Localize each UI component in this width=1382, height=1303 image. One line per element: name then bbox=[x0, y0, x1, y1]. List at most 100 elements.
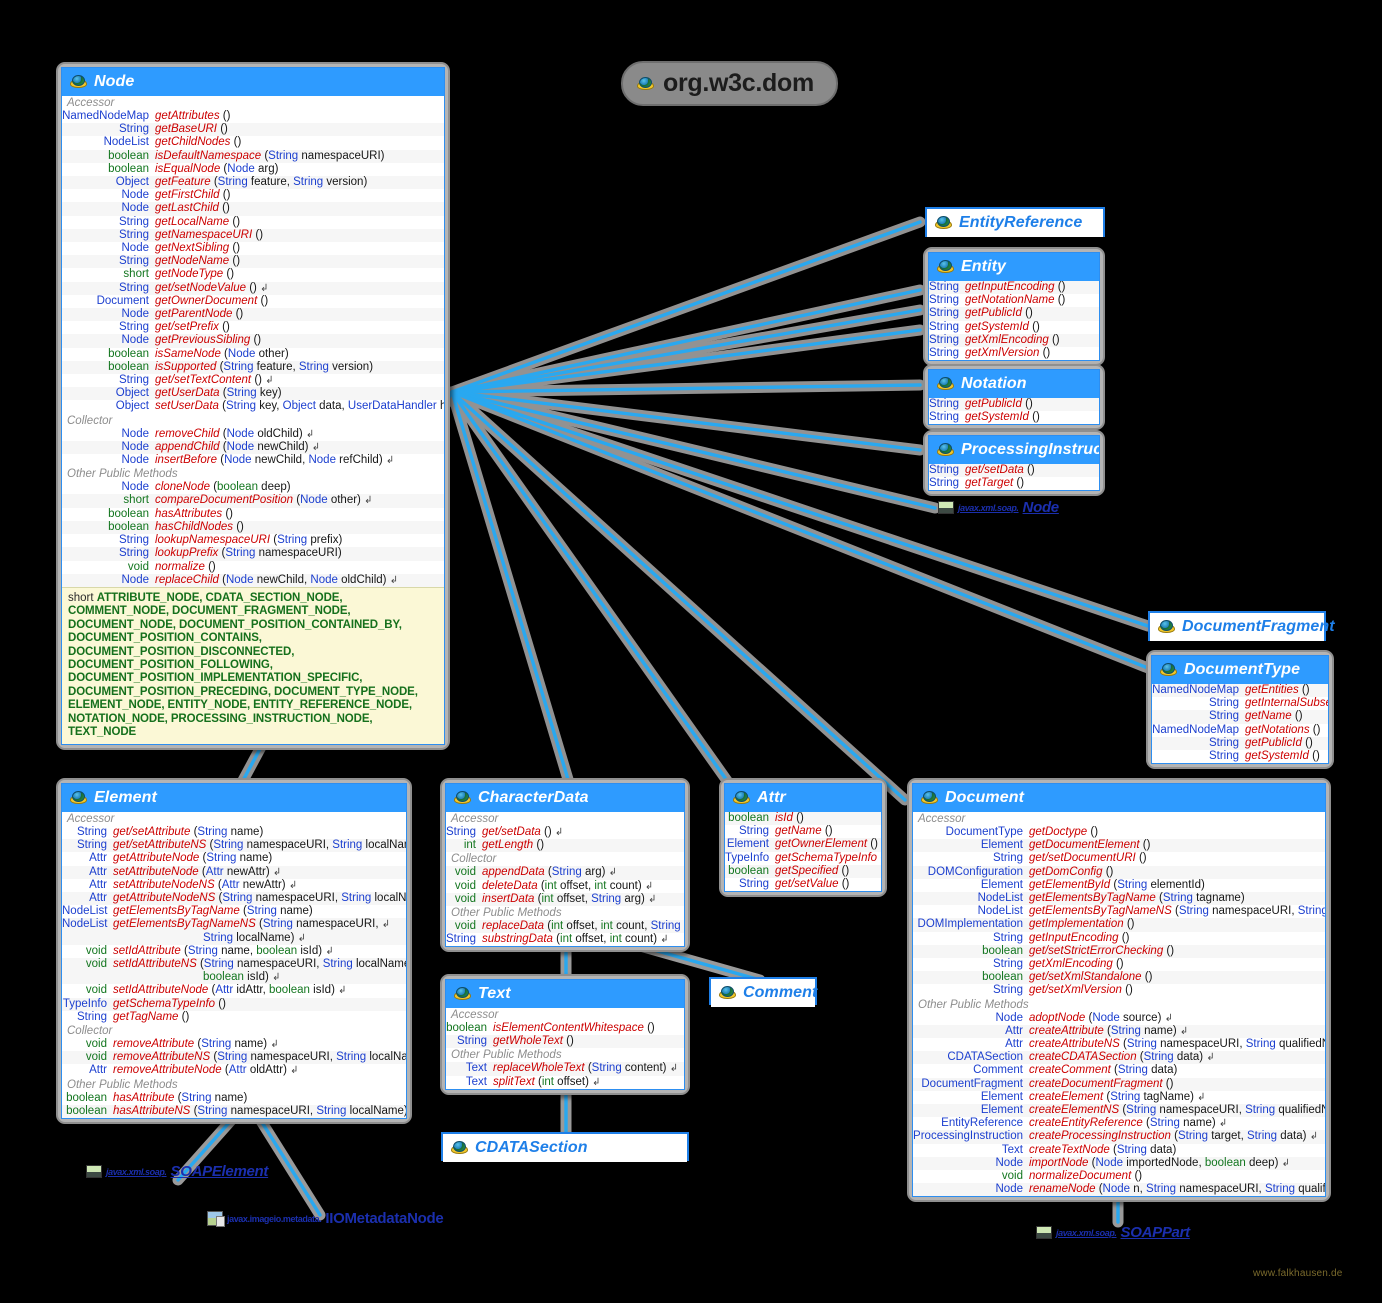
class-box-attr[interactable]: Attr boolean isId () String getName () Eleme… bbox=[719, 778, 887, 898]
member-row: ProcessingInstruction createProcessingIns… bbox=[913, 1130, 1325, 1144]
member-signature: createEntityReference (String name) ↲ bbox=[1029, 1117, 1228, 1130]
class-box-notation[interactable]: Notation String getPublicId () String getSy… bbox=[923, 364, 1105, 431]
class-box-text[interactable]: Text Accessor boolean isElementContentWhit… bbox=[440, 974, 690, 1095]
member-signature: getDomConfig () bbox=[1029, 865, 1114, 878]
member-name: setIdAttributeNode bbox=[113, 984, 209, 997]
member-signature: getOwnerElement () bbox=[775, 838, 878, 851]
member-name: hasAttributeNS bbox=[113, 1104, 191, 1117]
member-return-type: EntityReference bbox=[941, 1117, 1023, 1130]
member-row: Comment createComment (String data) bbox=[913, 1064, 1325, 1077]
member-name: adoptNode bbox=[1029, 1011, 1086, 1024]
member-signature: getNamespaceURI () bbox=[155, 228, 264, 241]
member-signature: getNotations () bbox=[1245, 723, 1321, 736]
member-signature: replaceData (int offset, int count, Stri… bbox=[482, 920, 684, 933]
member-return-type: Node bbox=[995, 1011, 1024, 1024]
member-name: getNodeType bbox=[155, 268, 224, 281]
member-name: isSupported bbox=[155, 360, 217, 373]
member-list-entity: String getInputEncoding () String getNotati… bbox=[929, 281, 1099, 360]
interface-icon bbox=[70, 791, 87, 805]
throws-marker: ↲ bbox=[385, 455, 395, 467]
member-return-type: Document bbox=[96, 294, 149, 307]
member-return-type: short bbox=[123, 494, 149, 507]
member-return-type: void bbox=[454, 892, 476, 905]
member-return-type: Text bbox=[465, 1062, 487, 1075]
member-return-type: boolean bbox=[108, 360, 149, 373]
member-signature: getElementsByTagName (String name) bbox=[113, 905, 313, 918]
package-title: org.w3c.dom bbox=[621, 61, 838, 106]
class-box-documenttype[interactable]: DocumentType NamedNodeMap getEntities () S… bbox=[1146, 650, 1334, 770]
member-return-type: Node bbox=[121, 189, 150, 202]
member-name: getPublicId bbox=[965, 398, 1022, 410]
member-group-label: Other Public Methods bbox=[913, 997, 1325, 1012]
class-box-characterdata[interactable]: CharacterData Accessor String get/setData … bbox=[440, 778, 690, 953]
member-return-type: TypeInfo bbox=[62, 997, 107, 1010]
interface-icon bbox=[454, 791, 471, 805]
member-row: Node adoptNode (Node source) ↲ bbox=[913, 1012, 1325, 1025]
class-box-cdatasection[interactable]: CDATASection bbox=[441, 1132, 689, 1162]
class-icon bbox=[86, 1165, 102, 1178]
member-name: removeAttribute bbox=[113, 1038, 195, 1051]
class-box-documentfragment[interactable]: DocumentFragment bbox=[1148, 611, 1335, 641]
constants-names: ATTRIBUTE_NODE, CDATA_SECTION_NODE, COMM… bbox=[68, 591, 418, 738]
member-return-type: String bbox=[929, 294, 960, 307]
member-name: insertData bbox=[482, 892, 535, 905]
member-signature: replaceWholeText (String content) ↲ bbox=[493, 1062, 679, 1075]
member-signature: removeAttributeNode (Attr oldAttr) ↲ bbox=[113, 1064, 299, 1077]
diagram-canvas: org.w3c.dom Node Accessor NamedNodeMap get… bbox=[0, 0, 1382, 1303]
member-signature: createComment (String data) bbox=[1029, 1064, 1178, 1077]
class-icon bbox=[938, 501, 954, 514]
member-return-type: String bbox=[118, 321, 149, 334]
external-ref-soappart[interactable]: javax.xml.soap. SOAPPart bbox=[1036, 1224, 1190, 1241]
external-ref-soap-node[interactable]: javax.xml.soap. Node bbox=[938, 499, 1059, 516]
interface-icon bbox=[454, 987, 471, 1001]
class-box-node[interactable]: Node Accessor NamedNodeMap getAttributes (… bbox=[56, 62, 450, 751]
member-name: createDocumentFragment bbox=[1029, 1077, 1163, 1090]
throws-marker: ↲ bbox=[260, 282, 269, 294]
class-box-entityreference[interactable]: EntityReference bbox=[925, 207, 1105, 237]
external-ref-name[interactable]: IIOMetadataNode bbox=[325, 1210, 443, 1227]
member-signature: getAttributeNodeNS (String namespaceURI,… bbox=[113, 892, 407, 905]
member-return-type: Object bbox=[115, 176, 149, 189]
member-name: get/setAttributeNS bbox=[113, 839, 207, 852]
external-ref-name[interactable]: SOAPElement bbox=[171, 1163, 269, 1180]
class-box-comment[interactable]: Comment bbox=[709, 977, 817, 1007]
member-name: getElementsByTagName bbox=[1029, 892, 1156, 905]
member-row: Node replaceChild (Node newChild, Node ol… bbox=[62, 573, 444, 587]
member-signature: getElementsByTagName (String tagname) bbox=[1029, 892, 1245, 905]
external-ref-name[interactable]: Node bbox=[1023, 499, 1060, 516]
external-ref-soapelement[interactable]: javax.xml.soap. SOAPElement bbox=[86, 1163, 268, 1180]
interface-icon bbox=[637, 76, 654, 91]
class-box-document[interactable]: Document Accessor DocumentType getDoctype … bbox=[907, 778, 1331, 1203]
member-row: Text replaceWholeText (String content) ↲ bbox=[446, 1062, 684, 1076]
external-ref-iiometadatanode[interactable]: javax.imageio.metadata. IIOMetadataNode bbox=[207, 1210, 444, 1227]
member-name: removeAttributeNS bbox=[113, 1051, 211, 1064]
member-signature: getXmlVersion () bbox=[965, 347, 1051, 360]
class-box-element[interactable]: Element Accessor String get/setAttribute (… bbox=[56, 778, 412, 1125]
member-name: replaceChild bbox=[155, 573, 219, 586]
member-signature: createCDATASection (String data) ↲ bbox=[1029, 1051, 1215, 1064]
class-box-entity[interactable]: Entity String getInputEncoding () String ge… bbox=[923, 247, 1105, 367]
member-row: String get/setXmlVersion () bbox=[913, 984, 1325, 997]
member-return-type: boolean bbox=[728, 864, 769, 877]
member-name: removeChild bbox=[155, 427, 220, 440]
member-return-type: Node bbox=[121, 454, 150, 467]
member-name: isId bbox=[775, 812, 793, 824]
member-name: createEntityReference bbox=[1029, 1117, 1143, 1130]
member-return-type: boolean bbox=[982, 971, 1023, 984]
throws-marker: ↲ bbox=[660, 934, 669, 946]
member-row: String getPublicId () bbox=[1152, 736, 1328, 751]
member-row: Attr getAttributeNodeNS (String namespace… bbox=[62, 892, 407, 906]
throws-marker: ↲ bbox=[1206, 1052, 1215, 1064]
member-name: substringData bbox=[482, 933, 553, 946]
class-name-entityreference: EntityReference bbox=[959, 214, 1083, 231]
external-ref-name[interactable]: SOAPPart bbox=[1121, 1224, 1191, 1241]
member-row: void appendData (String arg) ↲ bbox=[446, 866, 684, 880]
member-return-type: String bbox=[446, 933, 477, 946]
member-name: getSchemaTypeInfo bbox=[113, 997, 216, 1010]
member-return-type: String bbox=[738, 825, 769, 838]
member-row: void replaceData (int offset, int count, … bbox=[446, 920, 684, 934]
member-return-type: Comment bbox=[973, 1064, 1023, 1077]
class-box-processinginstruction[interactable]: ProcessingInstruction String get/setData … bbox=[923, 430, 1105, 497]
member-return-type: Node bbox=[121, 334, 150, 347]
member-name: getBaseURI bbox=[155, 123, 218, 136]
